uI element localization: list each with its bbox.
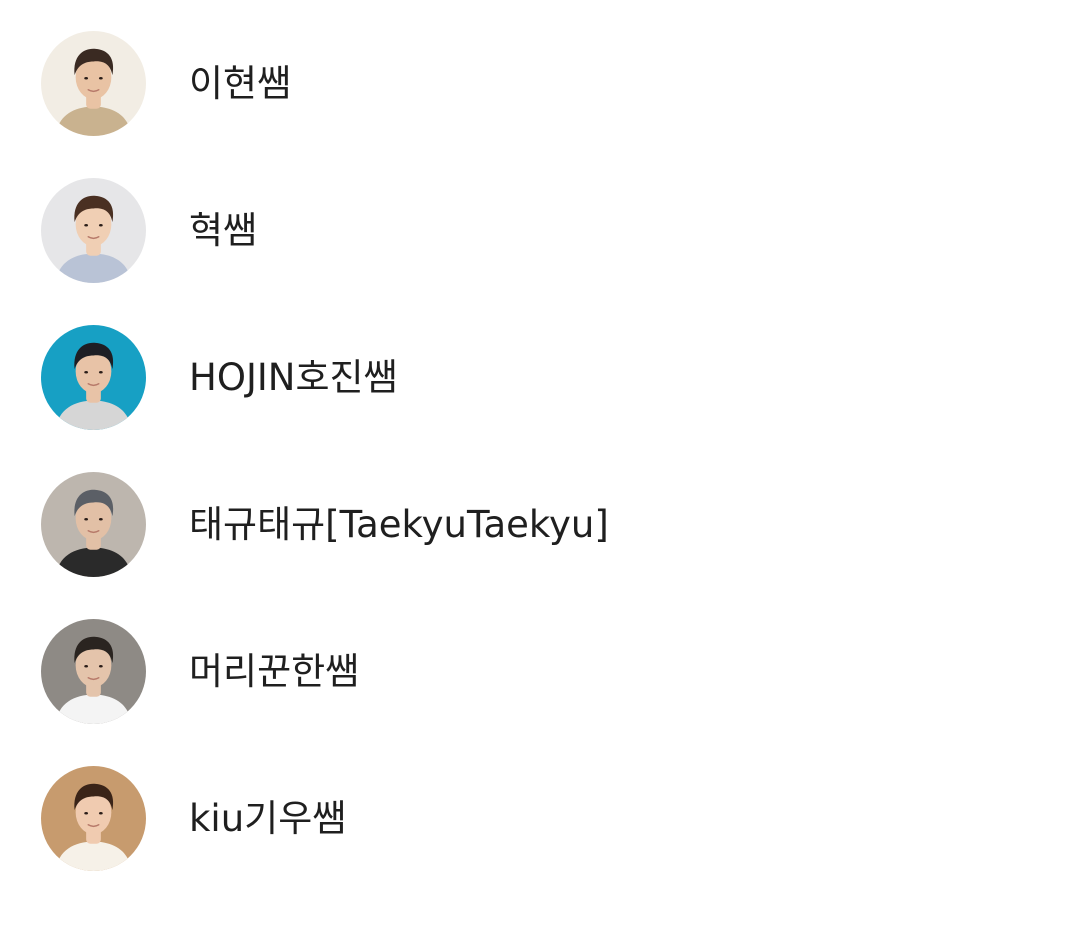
friend-name: 머리꾼한쌤 [189, 650, 360, 693]
profile-photo-icon [41, 766, 146, 871]
friend-name: 이현쌤 [189, 62, 292, 105]
profile-photo-icon [41, 178, 146, 283]
profile-photo-icon [41, 325, 146, 430]
friend-row[interactable]: 혁쌤 [0, 178, 1078, 325]
profile-avatar[interactable] [41, 178, 146, 283]
profile-photo-icon [41, 619, 146, 724]
friend-row[interactable]: 태규태규[TaekyuTaekyu] [0, 472, 1078, 619]
profile-avatar[interactable] [41, 325, 146, 430]
friend-row[interactable]: 이현쌤 [0, 31, 1078, 178]
profile-avatar[interactable] [41, 766, 146, 871]
profile-avatar[interactable] [41, 472, 146, 577]
friend-row[interactable]: HOJIN호진쌤 [0, 325, 1078, 472]
friend-row[interactable]: 머리꾼한쌤 [0, 619, 1078, 766]
friend-name: 혁쌤 [189, 209, 258, 252]
profile-photo-icon [41, 31, 146, 136]
friend-list: 이현쌤 혁쌤 HOJIN호진쌤 태규태규[TaekyuTaekyu] 머리꾼한쌤… [0, 0, 1078, 925]
friend-name: HOJIN호진쌤 [189, 356, 398, 399]
friend-row[interactable]: kiu기우쌤 [0, 766, 1078, 913]
profile-avatar[interactable] [41, 619, 146, 724]
profile-photo-icon [41, 472, 146, 577]
friend-name: kiu기우쌤 [189, 797, 347, 840]
friend-name: 태규태규[TaekyuTaekyu] [189, 503, 609, 546]
profile-avatar[interactable] [41, 31, 146, 136]
